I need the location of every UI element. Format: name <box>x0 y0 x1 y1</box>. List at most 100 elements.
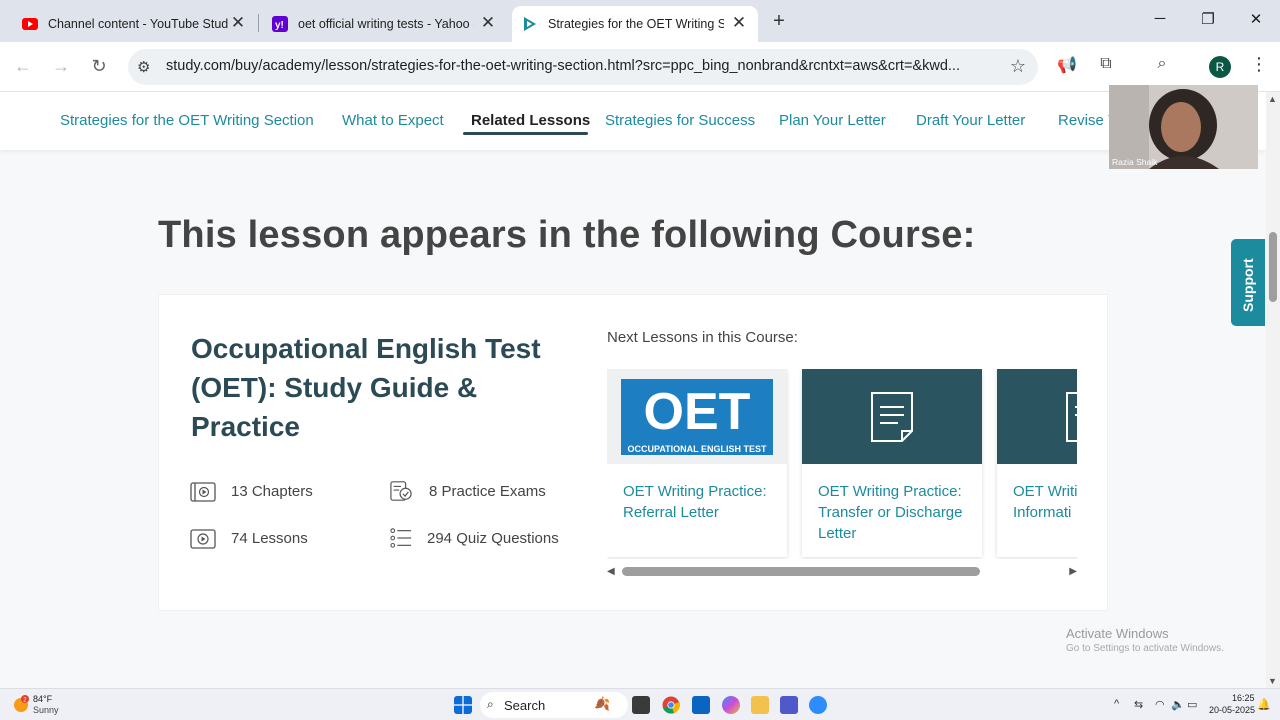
lesson-card-title[interactable]: OET Writing Practice: Transfer or Discha… <box>818 481 973 544</box>
page-scroll-thumb[interactable] <box>1269 232 1277 302</box>
megaphone-icon[interactable]: 📢 <box>1056 55 1078 77</box>
search-icon: ⌕ <box>487 697 494 711</box>
youtube-icon <box>22 18 38 30</box>
next-lessons-carousel: OET OCCUPATIONAL ENGLISH TEST OET Writin… <box>607 369 1077 559</box>
tab-title: oet official writing tests - Yahoo Se <box>298 17 474 31</box>
lessons-video-icon <box>190 529 216 549</box>
battery-icon[interactable]: ▭ <box>1187 698 1197 711</box>
back-button[interactable]: ← <box>12 56 34 77</box>
close-icon[interactable]: ✕ <box>730 14 748 32</box>
weather-sun-icon[interactable]: 2 <box>11 694 31 714</box>
copilot-icon[interactable] <box>722 696 740 714</box>
lesson-card[interactable]: OET OCCUPATIONAL ENGLISH TEST OET Writin… <box>607 369 787 557</box>
section-heading: This lesson appears in the following Cou… <box>158 214 976 256</box>
browser-tab-strip: Channel content - YouTube Studio ✕ y! oe… <box>0 0 1280 42</box>
tab-title: Strategies for the OET Writing Sect <box>548 17 724 31</box>
tab-youtube-studio[interactable]: Channel content - YouTube Studio ✕ <box>12 6 257 42</box>
clock-time[interactable]: 16:25 <box>1232 693 1255 703</box>
nav-strategies-oet-writing[interactable]: Strategies for the OET Writing Section <box>60 112 314 129</box>
teams-icon[interactable] <box>780 696 798 714</box>
nav-what-to-expect[interactable]: What to Expect <box>342 112 444 129</box>
lesson-card[interactable]: OET Writing Practice: Transfer or Discha… <box>802 369 982 557</box>
tab-title: Channel content - YouTube Studio <box>48 17 228 31</box>
yahoo-icon: y! <box>272 16 288 32</box>
active-tab-underline <box>463 132 588 135</box>
clock-date[interactable]: 20-05-2025 <box>1209 705 1255 715</box>
webcam-overlay: Razia Shaik <box>1109 85 1258 169</box>
notification-bell-icon[interactable]: 🔔 <box>1257 698 1271 711</box>
next-lessons-label: Next Lessons in this Course: <box>607 329 798 346</box>
restore-button[interactable]: ❐ <box>1198 10 1218 28</box>
tab-strategies-oet[interactable]: Strategies for the OET Writing Sect ✕ <box>512 6 758 42</box>
webcam-name-label: Razia Shaik <box>1112 157 1158 167</box>
scroll-right-arrow-icon[interactable]: ▶ <box>1069 566 1077 577</box>
support-label: Support <box>1240 258 1256 312</box>
taskbar-search-label: Search <box>504 698 546 713</box>
nav-strategies-for-success[interactable]: Strategies for Success <box>605 112 755 129</box>
weather-condition: Sunny <box>33 705 59 715</box>
network-settings-icon[interactable]: ⇆ <box>1134 698 1143 711</box>
scroll-up-arrow-icon[interactable]: ▲ <box>1268 94 1277 104</box>
course-title[interactable]: Occupational English Test (OET): Study G… <box>191 329 571 446</box>
practice-exams-icon <box>390 481 412 501</box>
volume-icon[interactable]: 🔈 <box>1171 698 1185 711</box>
course-card: Occupational English Test (OET): Study G… <box>158 294 1108 611</box>
nav-related-lessons[interactable]: Related Lessons <box>471 112 590 129</box>
address-bar[interactable]: ⚙ study.com/buy/academy/lesson/strategie… <box>128 49 1038 85</box>
oet-logo-text: OET <box>644 383 751 441</box>
outlook-icon[interactable] <box>692 696 710 714</box>
new-tab-button[interactable]: + <box>770 10 788 33</box>
quiz-questions-count: 294 Quiz Questions <box>427 530 559 547</box>
support-button[interactable]: Support <box>1231 239 1265 326</box>
nav-plan-your-letter[interactable]: Plan Your Letter <box>779 112 886 129</box>
tab-separator <box>258 14 259 32</box>
lesson-card-title[interactable]: OET Writi Informati <box>1013 481 1077 523</box>
lesson-card[interactable]: OET Writi Informati <box>997 369 1077 557</box>
carousel-scroll-thumb[interactable] <box>622 567 980 576</box>
chapters-icon <box>190 482 216 502</box>
minimize-button[interactable]: ─ <box>1150 10 1170 27</box>
site-info-icon[interactable]: ⚙ <box>137 58 150 76</box>
chapters-count: 13 Chapters <box>231 483 313 500</box>
forward-button[interactable]: → <box>50 56 72 77</box>
show-hidden-icons-chevron-icon[interactable]: ^ <box>1114 698 1119 710</box>
svg-text:y!: y! <box>275 20 284 31</box>
activate-windows-subtitle: Go to Settings to activate Windows. <box>1066 643 1224 654</box>
chrome-icon[interactable] <box>662 696 680 714</box>
bookmark-star-icon[interactable]: ☆ <box>1010 56 1026 77</box>
lesson-thumbnail <box>802 369 982 464</box>
document-icon <box>871 392 913 442</box>
taskbar-search-box[interactable]: ⌕ Search 🍂 <box>480 692 628 718</box>
extensions-icon[interactable]: ⧉ <box>1095 55 1117 77</box>
close-icon[interactable]: ✕ <box>229 14 247 32</box>
close-window-button[interactable]: ✕ <box>1246 10 1266 28</box>
reload-button[interactable]: ↻ <box>88 56 110 77</box>
browser-toolbar: ← → ↻ ⚙ study.com/buy/academy/lesson/str… <box>0 42 1280 92</box>
nav-draft-your-letter[interactable]: Draft Your Letter <box>916 112 1025 129</box>
file-explorer-icon[interactable] <box>751 696 769 714</box>
practice-exams-count: 8 Practice Exams <box>429 483 546 500</box>
terminal-app-icon[interactable] <box>632 696 650 714</box>
lesson-thumbnail <box>997 369 1077 464</box>
scroll-down-arrow-icon[interactable]: ▼ <box>1268 676 1277 686</box>
search-highlight-icon: 🍂 <box>594 696 611 711</box>
page-content: Strategies for the OET Writing Section W… <box>0 92 1266 688</box>
scroll-left-arrow-icon[interactable]: ◀ <box>607 566 615 577</box>
lesson-card-title[interactable]: OET Writing Practice: Referral Letter <box>623 481 778 523</box>
tab-search-icon[interactable]: ⌕ <box>1151 55 1173 77</box>
windows-start-icon[interactable] <box>454 696 472 714</box>
page-scrollbar[interactable]: ▲ ▼ <box>1266 92 1280 688</box>
lesson-section-nav: Strategies for the OET Writing Section W… <box>0 92 1266 150</box>
oet-logo-subtitle: OCCUPATIONAL ENGLISH TEST <box>627 444 767 454</box>
tab-yahoo-search[interactable]: y! oet official writing tests - Yahoo Se… <box>262 6 507 42</box>
carousel-scrollbar[interactable]: ◀ ▶ <box>607 565 1077 579</box>
activate-windows-title: Activate Windows <box>1066 626 1169 641</box>
browser-menu-icon[interactable]: ⋮ <box>1250 54 1268 75</box>
windows-taskbar: 2 84°F Sunny ⌕ Search 🍂 ^ ⇆ ◠ 🔈 ▭ 16:25 … <box>0 688 1280 720</box>
document-icon <box>1066 392 1077 442</box>
close-icon[interactable]: ✕ <box>479 14 497 32</box>
profile-avatar[interactable]: R <box>1209 56 1231 78</box>
wifi-icon[interactable]: ◠ <box>1155 698 1165 711</box>
zoom-icon[interactable] <box>809 696 827 714</box>
oet-logo-thumbnail: OET OCCUPATIONAL ENGLISH TEST <box>607 369 787 464</box>
